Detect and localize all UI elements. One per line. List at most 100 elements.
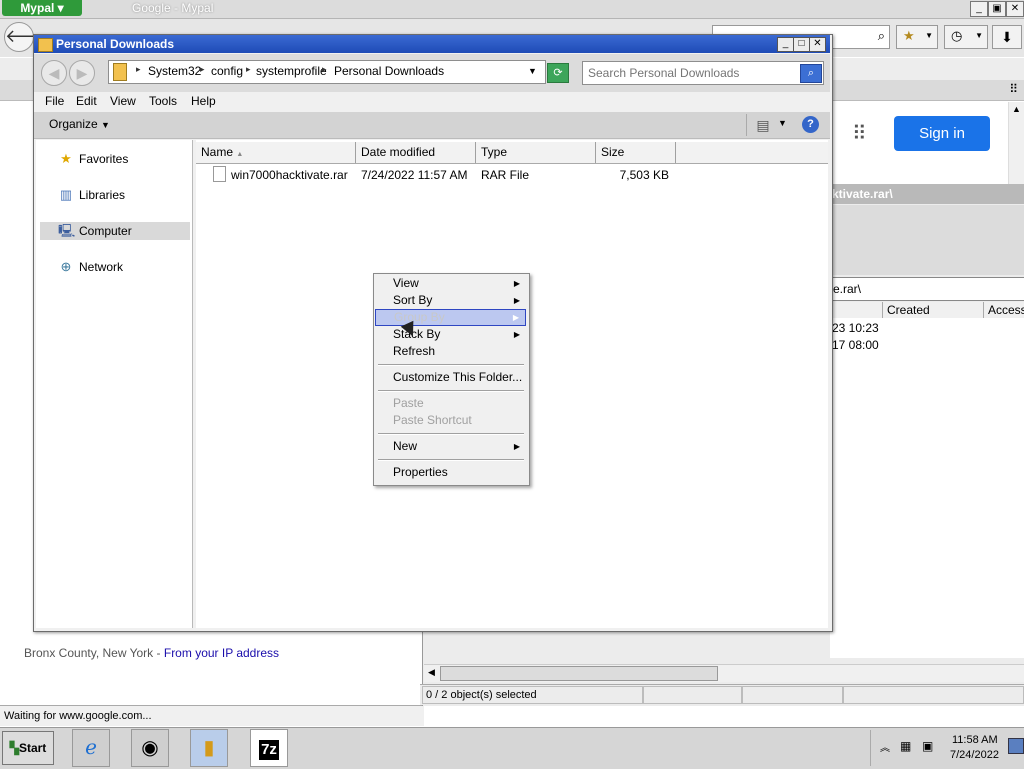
sort-ascending-icon: ▲ — [236, 151, 244, 158]
ctx-properties[interactable]: Properties — [375, 464, 526, 481]
downloads-button[interactable]: ⬇ — [992, 25, 1022, 49]
file-name[interactable]: win7000hacktivate.rar — [231, 168, 348, 182]
help-icon[interactable]: ? — [802, 116, 819, 133]
breadcrumb-system32[interactable]: System32 — [148, 64, 201, 78]
mypal-menu-button[interactable]: Mypal ▾ — [2, 0, 82, 16]
nav-item-computer[interactable]: 🖳 Computer — [40, 222, 190, 240]
address-dropdown-icon[interactable]: ▼ — [528, 66, 537, 76]
submenu-arrow-icon: ▶ — [513, 330, 520, 339]
breadcrumb-separator-icon[interactable]: ▸ — [246, 64, 251, 75]
file-icon[interactable] — [213, 166, 226, 182]
change-view-icon[interactable]: ▤ — [752, 116, 774, 134]
menu-tools[interactable]: Tools — [149, 94, 177, 108]
location-label: Bronx County, New York — [24, 646, 154, 660]
ctx-label: Paste Shortcut — [393, 413, 472, 427]
chevron-down-icon: ▼ — [975, 31, 983, 40]
column-accessed[interactable]: Access — [983, 302, 1024, 318]
explorer-close-button[interactable]: ✕ — [809, 37, 826, 52]
ctx-separator — [378, 433, 524, 435]
breadcrumb-systemprofile[interactable]: systemprofile — [256, 64, 327, 78]
ctx-label: Paste — [393, 396, 424, 410]
column-type[interactable]: Type — [476, 142, 596, 163]
ctx-group-by[interactable]: Group By ▶ — [375, 309, 526, 326]
submenu-arrow-icon: ▶ — [513, 442, 520, 451]
history-button[interactable]: ◷ ▼ — [944, 25, 988, 49]
search-icon[interactable]: ⌕ — [800, 64, 822, 83]
nav-item-favorites[interactable]: ★ Favorites — [40, 150, 190, 168]
archive-scroll-thumb[interactable] — [440, 666, 718, 681]
menu-edit[interactable]: Edit — [76, 94, 97, 108]
ctx-new[interactable]: New ▶ — [375, 438, 526, 455]
ctx-label: Customize This Folder... — [393, 370, 523, 384]
library-icon: ▥ — [59, 187, 73, 202]
archive-toolbar — [830, 205, 1024, 275]
all-tabs-icon[interactable]: ⠿ — [1009, 82, 1018, 96]
scroll-up-icon[interactable]: ▲ — [1012, 104, 1021, 114]
organize-button[interactable]: Organize ▼ — [49, 117, 110, 131]
tray-device-icon[interactable]: ▦ — [900, 739, 911, 753]
ctx-separator — [378, 390, 524, 392]
ctx-view[interactable]: View ▶ — [375, 275, 526, 292]
start-label: Start — [18, 741, 47, 755]
location-link[interactable]: From your IP address — [164, 646, 279, 660]
sign-in-button[interactable]: Sign in — [894, 116, 990, 151]
ctx-label: Properties — [393, 465, 448, 479]
nav-label: Computer — [79, 224, 132, 238]
file-size: 7,503 KB — [619, 168, 669, 182]
ctx-customize-folder[interactable]: Customize This Folder... — [375, 369, 526, 386]
column-date-modified[interactable]: Date modified — [356, 142, 476, 163]
archive-row-created[interactable]: 23 10:23 — [832, 321, 879, 335]
explorer-forward-button[interactable]: ▶ — [69, 60, 95, 86]
clock-date[interactable]: 7/24/2022 — [950, 749, 999, 761]
archive-path-field[interactable]: e.rar\ — [830, 277, 1024, 301]
breadcrumb-config[interactable]: config — [211, 64, 243, 78]
tray-expand-icon[interactable]: ︽ — [880, 739, 890, 754]
scroll-left-icon[interactable]: ◀ — [428, 667, 435, 678]
browser-close-button[interactable]: ✕ — [1006, 1, 1024, 17]
location-separator: - — [153, 646, 164, 660]
menu-view[interactable]: View — [110, 94, 136, 108]
explorer-maximize-button[interactable]: □ — [793, 37, 810, 52]
bookmarks-button[interactable]: ★ ▼ — [896, 25, 938, 49]
explorer-back-button[interactable]: ◀ — [41, 60, 67, 86]
browser-minimize-button[interactable]: _ — [970, 1, 988, 17]
breadcrumb-separator-icon[interactable]: ▸ — [200, 64, 205, 75]
internet-explorer-icon[interactable]: ℯ — [72, 729, 110, 767]
ctx-sort-by[interactable]: Sort By ▶ — [375, 292, 526, 309]
7zip-icon[interactable]: 7z — [250, 729, 288, 767]
ctx-label: Refresh — [393, 344, 436, 358]
tray-network-icon[interactable]: ▣ — [922, 739, 933, 753]
breadcrumb-separator-icon[interactable]: ▸ — [136, 64, 141, 75]
archive-row-created[interactable]: 17 08:00 — [832, 338, 879, 352]
clock-time[interactable]: 11:58 AM — [952, 734, 998, 746]
refresh-button[interactable]: ⟳ — [547, 63, 569, 83]
folder-icon — [113, 63, 127, 81]
chevron-down-icon[interactable]: ▼ — [778, 118, 787, 128]
google-apps-icon[interactable]: ⠿ — [852, 124, 872, 144]
nav-item-network[interactable]: ⊕ Network — [40, 258, 190, 276]
breadcrumb-personal-downloads[interactable]: Personal Downloads — [334, 64, 444, 78]
ctx-stack-by[interactable]: Stack By ▶ — [375, 326, 526, 343]
menu-file[interactable]: File — [45, 94, 64, 108]
column-created[interactable]: Created — [882, 302, 983, 318]
raccoon-app-icon[interactable]: ◉ — [131, 729, 169, 767]
download-arrow-icon: ⬇ — [1001, 29, 1013, 45]
explorer-folder-icon[interactable]: ▮ — [190, 729, 228, 767]
show-desktop-icon[interactable] — [1008, 738, 1024, 754]
browser-back-button[interactable]: 🡐 — [4, 22, 53, 52]
browser-restore-button[interactable]: ▣ — [988, 1, 1006, 17]
explorer-minimize-button[interactable]: _ — [777, 37, 794, 52]
ctx-label: Group By — [394, 310, 445, 324]
explorer-search-input[interactable] — [586, 63, 800, 83]
column-name[interactable]: Name ▲ — [196, 142, 356, 163]
column-size[interactable]: Size — [596, 142, 676, 163]
ctx-refresh[interactable]: Refresh — [375, 343, 526, 360]
nav-item-libraries[interactable]: ▥ Libraries — [40, 186, 190, 204]
ctx-label: New — [393, 439, 418, 453]
mypal-label: Mypal — [20, 1, 55, 15]
breadcrumb-separator-icon[interactable]: ▸ — [322, 64, 327, 75]
menu-help[interactable]: Help — [191, 94, 216, 108]
command-bar-divider — [746, 114, 747, 136]
archive-selection-status: 0 / 2 object(s) selected — [422, 686, 643, 704]
start-button[interactable]: ▚Start — [2, 731, 54, 765]
